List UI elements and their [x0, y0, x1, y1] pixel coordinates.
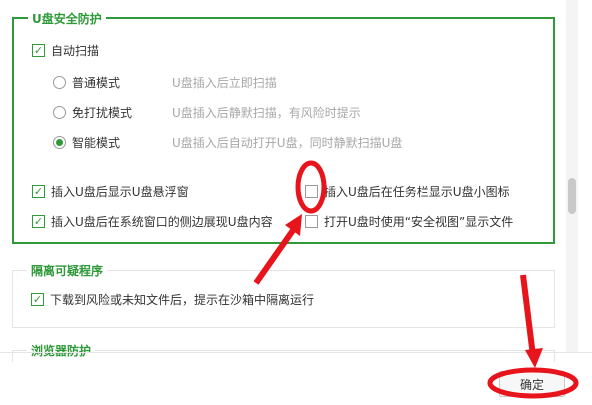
checkbox-checked-icon: ✓	[32, 215, 45, 228]
usb-protection-group: U盘安全防护 ✓ 自动扫描 普通模式 U盘插入后立即扫描 免打扰模式 U盘插入后…	[12, 10, 555, 244]
sandbox-label: 下载到风险或未知文件后，提示在沙箱中隔离运行	[50, 293, 315, 307]
auto-scan-checkbox[interactable]: ✓ 自动扫描	[32, 42, 99, 59]
quarantine-group: 隔离可疑程序 ✓ 下载到风险或未知文件后，提示在沙箱中隔离运行	[12, 262, 555, 328]
quiet-mode-hint: U盘插入后静默扫描，有风险时提示	[172, 106, 361, 120]
checkbox-checked-icon: ✓	[32, 185, 45, 198]
usb-protection-title: U盘安全防护	[28, 10, 106, 27]
normal-mode-label: 普通模式	[72, 76, 121, 90]
smart-mode-hint: U盘插入后自动打开U盘，同时静默扫描U盘	[172, 136, 403, 150]
ok-button[interactable]: 确定	[499, 371, 565, 397]
show-floating-window-checkbox[interactable]: ✓ 插入U盘后显示U盘悬浮窗	[32, 183, 189, 200]
show-floating-window-label: 插入U盘后显示U盘悬浮窗	[51, 185, 189, 199]
checkbox-unchecked-icon	[305, 185, 318, 198]
checkbox-checked-icon: ✓	[31, 293, 44, 306]
radio-quiet-mode[interactable]: 免打扰模式	[53, 104, 132, 121]
show-side-content-label: 插入U盘后在系统窗口的侧边展现U盘内容	[51, 215, 273, 229]
auto-scan-label: 自动扫描	[51, 44, 100, 58]
footer-divider	[0, 352, 592, 353]
sandbox-checkbox[interactable]: ✓ 下载到风险或未知文件后，提示在沙箱中隔离运行	[31, 291, 314, 308]
settings-panel: U盘安全防护 ✓ 自动扫描 普通模式 U盘插入后立即扫描 免打扰模式 U盘插入后…	[0, 0, 566, 362]
checkbox-unchecked-icon	[305, 215, 318, 228]
safe-view-checkbox[interactable]: 打开U盘时使用“安全视图”显示文件	[305, 213, 513, 230]
quiet-mode-label: 免打扰模式	[72, 106, 133, 120]
radio-normal-mode[interactable]: 普通模式	[53, 74, 120, 91]
show-taskbar-icon-label: 插入U盘后在任务栏显示U盘小图标	[324, 185, 510, 199]
quarantine-title: 隔离可疑程序	[27, 262, 108, 279]
radio-selected-icon	[53, 136, 66, 149]
radio-unselected-icon	[53, 76, 66, 89]
smart-mode-label: 智能模式	[72, 136, 121, 150]
show-taskbar-icon-checkbox[interactable]: 插入U盘后在任务栏显示U盘小图标	[305, 183, 510, 200]
radio-unselected-icon	[53, 106, 66, 119]
radio-smart-mode[interactable]: 智能模式	[53, 134, 120, 151]
checkbox-checked-icon: ✓	[32, 44, 45, 57]
browser-protection-title: 浏览器防护	[27, 342, 96, 359]
show-side-content-checkbox[interactable]: ✓ 插入U盘后在系统窗口的侧边展现U盘内容	[32, 213, 273, 230]
scrollbar-thumb[interactable]	[568, 178, 576, 214]
normal-mode-hint: U盘插入后立即扫描	[172, 76, 277, 90]
scrollbar-track[interactable]	[566, 0, 578, 352]
safe-view-label: 打开U盘时使用“安全视图”显示文件	[324, 215, 514, 229]
